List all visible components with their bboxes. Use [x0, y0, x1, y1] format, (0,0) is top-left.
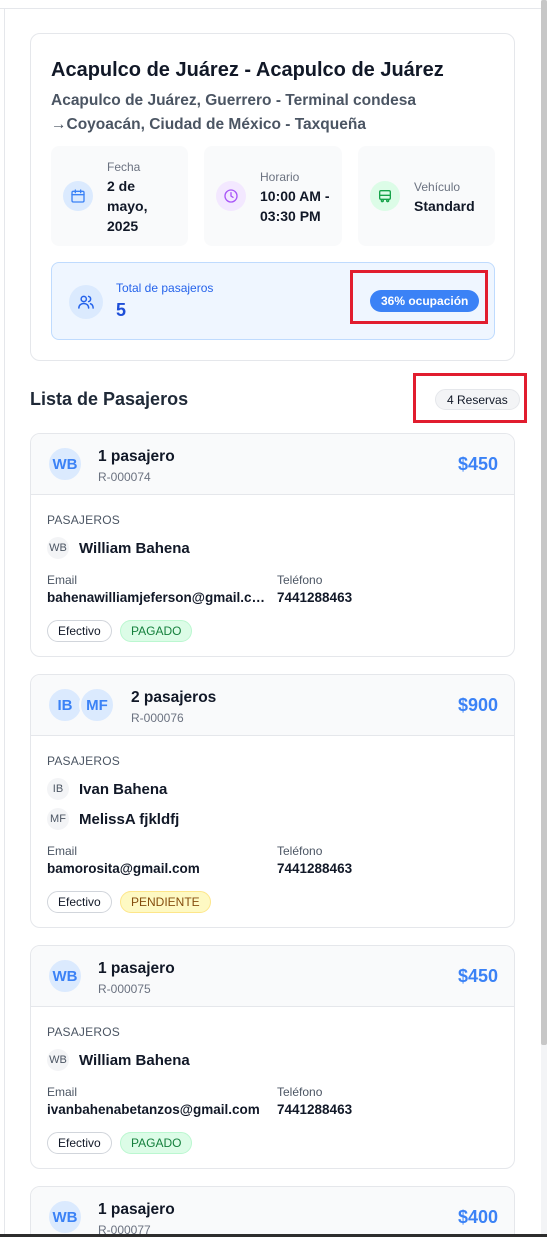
page-viewport: Acapulco de Juárez - Acapulco de Juárez … — [0, 0, 547, 1237]
date-value: 2 de mayo, 2025 — [107, 178, 148, 234]
passengers-section-label: PASAJEROS — [47, 1025, 120, 1039]
passenger-row: IB Ivan Bahena — [47, 778, 167, 800]
reservation-card[interactable]: WB 1 pasajero R-000074 $450 PASAJEROS WB… — [30, 433, 515, 657]
payment-status-tag: PAGADO — [120, 1132, 193, 1154]
reservation-price: $450 — [457, 454, 498, 474]
phone-value: 7441288463 — [277, 1102, 353, 1117]
passenger-avatar: WB — [47, 1199, 83, 1235]
reservation-card[interactable]: WB 1 pasajero R-000075 $450 PASAJEROS WB… — [30, 945, 515, 1169]
reservation-header[interactable]: WB 1 pasajero R-000077 $400 — [31, 1187, 514, 1237]
passenger-avatar-small: IB — [47, 778, 69, 800]
passenger-avatar-small: MF — [47, 808, 69, 830]
passenger-avatar-small: WB — [47, 537, 69, 559]
payment-method-tag: Efectivo — [47, 1132, 112, 1154]
payment-method-tag: Efectivo — [47, 891, 112, 913]
time-value: 10:00 AM - 03:30 PM — [260, 188, 330, 224]
email-value: bahenawilliamjeferson@gmail.com — [47, 590, 269, 605]
highlight-box-reservations — [413, 373, 527, 423]
time-info-box: Horario 10:00 AM - 03:30 PM — [204, 146, 342, 246]
reservation-header[interactable]: WB 1 pasajero R-000075 $450 — [31, 946, 514, 1007]
phone-value: 7441288463 — [277, 590, 353, 605]
passenger-avatar: WB — [47, 958, 83, 994]
passengers-section-label: PASAJEROS — [47, 513, 120, 527]
passenger-name: William Bahena — [79, 1051, 190, 1069]
trip-title: Acapulco de Juárez - Acapulco de Juárez — [51, 59, 444, 81]
reservation-card[interactable]: WB 1 pasajero R-000077 $400 — [30, 1186, 515, 1237]
phone-value: 7441288463 — [277, 861, 353, 876]
passengers-section-label: PASAJEROS — [47, 754, 120, 768]
reservation-header[interactable]: WB 1 pasajero R-000074 $450 — [31, 434, 514, 495]
vehicle-label: Vehículo — [414, 180, 461, 194]
passenger-row: WB William Bahena — [47, 537, 190, 559]
passenger-row: WB William Bahena — [47, 1049, 190, 1071]
date-info-box: Fecha 2 de mayo, 2025 — [51, 146, 188, 246]
highlight-box-occupancy — [350, 270, 488, 324]
passenger-name: MelissA fjkldfj — [79, 810, 180, 828]
total-passengers-value: 5 — [116, 300, 127, 320]
reservation-code: R-000076 — [131, 711, 184, 725]
time-label: Horario — [260, 170, 300, 184]
date-label: Fecha — [107, 160, 141, 174]
reservation-code: R-000075 — [98, 982, 151, 996]
users-icon — [69, 285, 103, 319]
passenger-row: MF MelissA fjkldfj — [47, 808, 179, 830]
phone-label: Teléfono — [277, 1085, 323, 1099]
payment-method-tag: Efectivo — [47, 620, 112, 642]
reservation-card[interactable]: IB MF 2 pasajeros R-000076 $900 PASAJERO… — [30, 674, 515, 928]
payment-status-tag: PAGADO — [120, 620, 193, 642]
clock-icon — [216, 181, 246, 211]
email-label: Email — [47, 573, 78, 587]
email-label: Email — [47, 1085, 78, 1099]
vehicle-value: Standard — [414, 198, 475, 214]
email-value: ivanbahenabetanzos@gmail.com — [47, 1102, 260, 1117]
reservation-price: $400 — [457, 1207, 498, 1227]
reservation-price: $900 — [457, 695, 498, 715]
phone-label: Teléfono — [277, 573, 323, 587]
bus-icon — [370, 181, 400, 211]
reservation-passenger-count: 1 pasajero — [98, 448, 175, 465]
calendar-icon — [63, 181, 93, 211]
phone-label: Teléfono — [277, 844, 323, 858]
reservation-price: $450 — [457, 966, 498, 986]
scrollbar-thumb[interactable] — [541, 0, 547, 1045]
passenger-list-title: Lista de Pasajeros — [30, 389, 189, 409]
reservation-passenger-count: 1 pasajero — [98, 1201, 175, 1218]
passenger-avatar: IB — [47, 687, 83, 723]
left-border — [4, 8, 5, 1237]
passenger-avatar: WB — [47, 446, 83, 482]
vehicle-info-box: Vehículo Standard — [358, 146, 495, 246]
passenger-avatar-small: WB — [47, 1049, 69, 1071]
passenger-name: William Bahena — [79, 539, 190, 557]
passenger-name: Ivan Bahena — [79, 780, 168, 798]
total-passengers-label: Total de pasajeros — [116, 281, 214, 295]
reservation-code: R-000074 — [98, 470, 151, 484]
reservation-header[interactable]: IB MF 2 pasajeros R-000076 $900 — [31, 675, 514, 736]
reservation-passenger-count: 2 pasajeros — [131, 689, 217, 706]
email-label: Email — [47, 844, 78, 858]
passenger-avatar: MF — [79, 687, 115, 723]
payment-status-tag: PENDIENTE — [120, 891, 211, 913]
top-divider — [0, 8, 541, 9]
trip-route: Acapulco de Juárez, Guerrero - Terminal … — [51, 92, 416, 133]
email-value: bamorosita@gmail.com — [47, 861, 200, 876]
reservation-passenger-count: 1 pasajero — [98, 960, 175, 977]
